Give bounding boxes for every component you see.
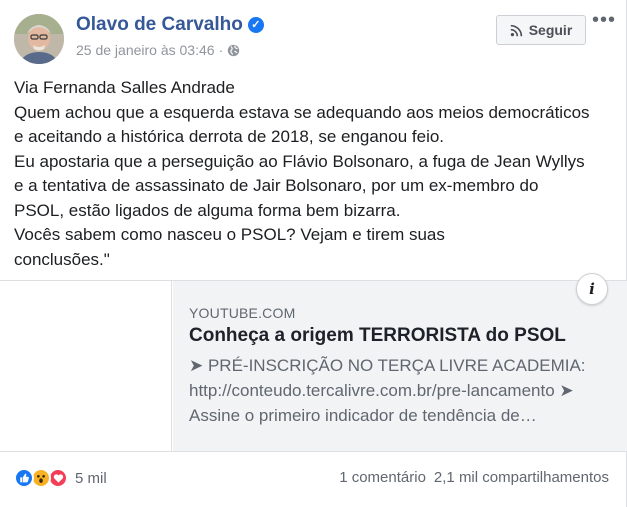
- post-timestamp[interactable]: 25 de janeiro às 03:46: [76, 42, 215, 58]
- link-preview-domain: YOUTUBE.COM: [189, 305, 296, 321]
- more-options-icon[interactable]: •••: [592, 10, 616, 34]
- post-text-line: PSOL, estão ligados de alguma forma bem …: [14, 200, 401, 220]
- link-preview-description: ➤ PRÉ-INSCRIÇÃO NO TERÇA LIVRE ACADEMIA:…: [189, 353, 619, 428]
- post-card: Olavo de Carvalho ✓ 25 de janeiro às 03:4…: [0, 0, 627, 507]
- love-icon: [48, 468, 68, 488]
- post-text-line: e aceitando a histórica derrota de 2018,…: [14, 127, 445, 146]
- follow-button[interactable]: Seguir: [496, 15, 586, 45]
- post-text-line: conclusões.": [14, 249, 110, 269]
- avatar[interactable]: [14, 14, 64, 64]
- link-preview-title[interactable]: Conheça a origem TERRORISTA do PSOL: [189, 325, 566, 347]
- post-text-line: Quem achou que a esquerda estava se adeq…: [14, 102, 590, 122]
- link-preview-description-line: http://conteudo.tercalivre.com.br/pre-la…: [189, 381, 574, 400]
- link-preview-thumbnail[interactable]: [0, 281, 172, 451]
- follow-label: Seguir: [528, 22, 573, 38]
- link-preview-body[interactable]: YOUTUBE.COM Conheça a origem TERRORISTA …: [173, 281, 627, 451]
- meta-separator: ·: [218, 42, 224, 58]
- post-text-line: Via Fernanda Salles Andrade: [14, 78, 235, 97]
- engagement-stats: 1 comentário 2,1 mil compartilhamentos: [339, 469, 609, 486]
- author-name[interactable]: Olavo de Carvalho ✓: [76, 14, 264, 36]
- reactions-summary[interactable]: 5 mil: [14, 467, 107, 489]
- info-icon[interactable]: i: [576, 273, 608, 305]
- share-count[interactable]: 2,1 mil compartilhamentos: [434, 469, 609, 486]
- post-text-line: Vocês sabem como nasceu o PSOL? Vejam e …: [14, 225, 445, 244]
- comment-count[interactable]: 1 comentário: [339, 469, 426, 486]
- avatar-photo: [14, 14, 64, 64]
- reaction-count[interactable]: 5 mil: [75, 470, 107, 487]
- author-name-text[interactable]: Olavo de Carvalho: [76, 14, 243, 35]
- link-preview-description-line: ➤ PRÉ-INSCRIÇÃO NO TERÇA LIVRE ACADEMIA:: [189, 356, 586, 375]
- wow-icon: [31, 468, 51, 488]
- verified-badge-icon: ✓: [247, 17, 264, 33]
- post-text-line: e a tentativa de assassinato de Jair Bol…: [14, 176, 539, 195]
- link-preview-description-line: Assine o primeiro indicador de tendência…: [189, 406, 537, 425]
- globe-icon[interactable]: [227, 44, 240, 57]
- rss-icon: [510, 24, 522, 36]
- post-text-line: Eu apostaria que a perseguição ao Flávio…: [14, 151, 585, 171]
- post-text: Via Fernanda Salles Andrade Quem achou q…: [14, 76, 614, 272]
- like-icon: [14, 468, 34, 488]
- post-meta: 25 de janeiro às 03:46 ·: [76, 42, 240, 58]
- link-preview[interactable]: YOUTUBE.COM Conheça a origem TERRORISTA …: [0, 280, 627, 452]
